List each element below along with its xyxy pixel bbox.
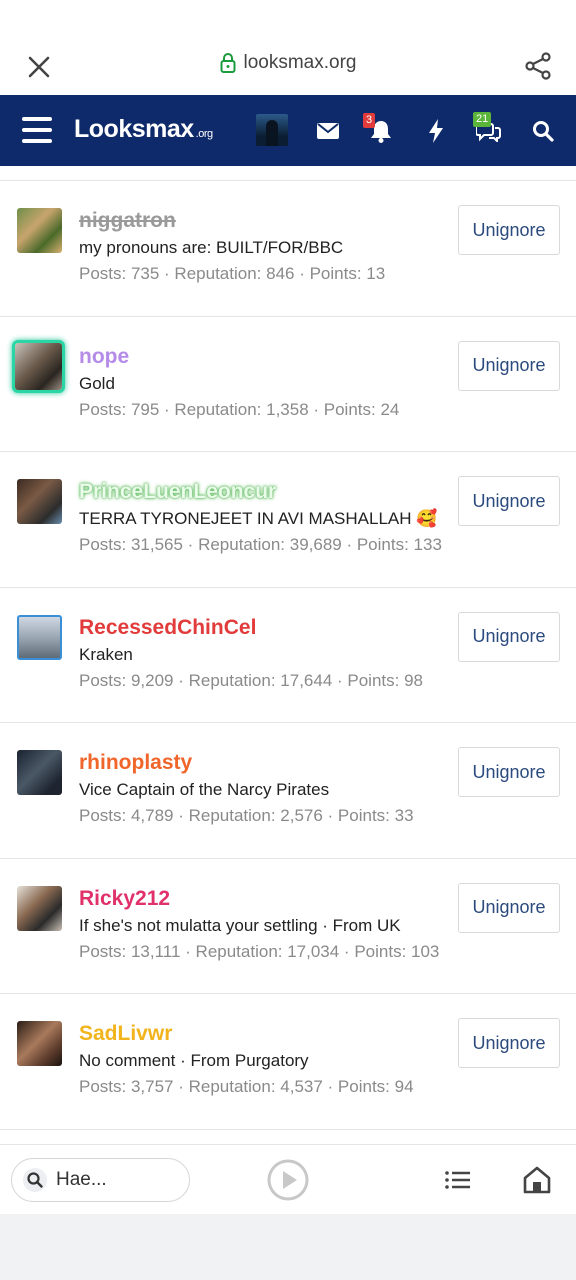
unignore-button[interactable]: Unignore [458,747,560,797]
conversations-badge: 21 [473,112,492,127]
unignore-button[interactable]: Unignore [458,611,560,662]
home-icon [523,1166,551,1194]
user-stats: Posts: 13,111 · Reputation: 17,034 · Poi… [79,941,440,961]
search-input[interactable]: Hae... [11,1158,190,1202]
unignore-button[interactable]: Unignore [458,476,560,526]
site-logo[interactable]: Looksmax .org [74,115,213,144]
search-icon [533,121,554,142]
user-stats: Posts: 31,565 · Reputation: 39,689 · Poi… [79,535,442,554]
list-item: PrinceLuenLeoncur TERRA TYRONEJEET IN AV… [0,452,576,588]
username[interactable]: rhinoplasty [79,751,192,775]
user-title: my pronouns are: BUILT/FOR/BBC [79,238,344,257]
user-stats: Posts: 735 · Reputation: 846 · Points: 1… [79,264,386,283]
user-title: Kraken [79,644,133,664]
search-button[interactable] [527,115,559,147]
play-icon [267,1159,309,1201]
user-title: If she's not mulatta your settling · Fro… [79,915,401,935]
envelope-icon [317,123,339,139]
alerts-badge: 3 [363,113,376,128]
menu-icon-bar [22,139,52,143]
unignore-button[interactable]: Unignore [458,340,560,391]
unignore-button[interactable]: Unignore [458,205,560,255]
list-item: nope Gold Posts: 795 · Reputation: 1,358… [0,317,576,452]
bottom-toolbar: Hae... [0,1144,576,1214]
username[interactable]: nope [79,345,129,369]
alerts-button[interactable]: 3 [363,113,397,147]
avatar[interactable] [17,885,62,931]
user-title: TERRA TYRONEJEET IN AVI MASHALLAH 🥰 [79,509,438,528]
logo-text: Looksmax [74,115,194,143]
home-button[interactable] [520,1163,554,1197]
account-avatar[interactable] [256,114,288,146]
lock-icon [220,53,235,73]
avatar[interactable] [17,208,62,253]
list-item: RecessedChinCel Kraken Posts: 9,209 · Re… [0,588,576,723]
user-stats: Posts: 4,789 · Reputation: 2,576 · Point… [79,806,414,825]
inbox-button[interactable] [312,115,344,147]
list-item: rhinoplasty Vice Captain of the Narcy Pi… [0,723,576,859]
list-button[interactable] [442,1165,474,1195]
search-text: Hae... [56,1169,107,1190]
user-stats: Posts: 795 · Reputation: 1,358 · Points:… [79,399,400,419]
system-nav-area [0,1214,576,1280]
menu-button[interactable] [22,117,52,143]
user-title: Gold [79,373,115,393]
ignored-users-list: niggatron my pronouns are: BUILT/FOR/BBC… [0,180,576,1130]
username[interactable]: Ricky212 [79,887,170,911]
avatar[interactable] [15,342,62,390]
user-stats: Posts: 3,757 · Reputation: 4,537 · Point… [79,1077,414,1096]
username[interactable]: RecessedChinCel [79,616,256,640]
user-title: Vice Captain of the Narcy Pirates [79,780,330,799]
list-item: Ricky212 If she's not mulatta your settl… [0,859,576,994]
conversations-button[interactable]: 21 [473,112,505,147]
username[interactable]: niggatron [79,209,176,233]
whats-new-button[interactable] [420,115,452,147]
unignore-button[interactable]: Unignore [458,882,560,933]
logo-suffix: .org [195,128,213,140]
browser-bar: looksmax.org [0,0,576,95]
address-bar[interactable]: looksmax.org [0,52,576,74]
url-text: looksmax.org [243,52,357,73]
lightning-icon [429,119,443,143]
username[interactable]: SadLivwr [79,1022,172,1046]
avatar[interactable] [17,479,62,524]
avatar[interactable] [17,750,62,795]
list-icon [445,1171,470,1189]
share-icon [525,52,551,80]
site-header: Looksmax .org 3 21 [0,95,576,166]
search-icon [23,1168,47,1192]
user-title: No comment · From Purgatory [79,1051,309,1070]
user-stats: Posts: 9,209 · Reputation: 17,644 · Poin… [79,670,423,690]
play-button[interactable] [266,1158,310,1202]
menu-icon-bar [22,128,52,132]
list-item: niggatron my pronouns are: BUILT/FOR/BBC… [0,181,576,317]
avatar[interactable] [17,614,62,660]
share-button[interactable] [520,48,556,84]
list-item: SadLivwr No comment · From Purgatory Pos… [0,994,576,1130]
unignore-button[interactable]: Unignore [458,1018,560,1068]
menu-icon-bar [22,117,52,121]
avatar[interactable] [17,1021,62,1066]
username[interactable]: PrinceLuenLeoncur [79,480,276,504]
